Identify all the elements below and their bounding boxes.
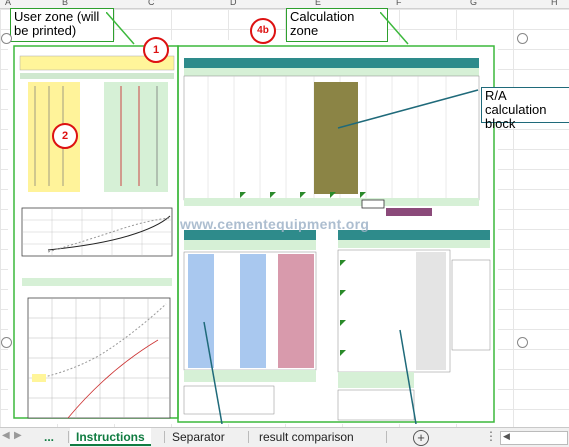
- tab-separator[interactable]: Separator: [166, 428, 231, 446]
- badge-4b[interactable]: 4b: [250, 18, 276, 44]
- column-header-e[interactable]: E: [315, 0, 321, 7]
- scrollbar-left-arrow-icon[interactable]: ◀: [503, 431, 510, 442]
- tab-divider: [164, 431, 165, 443]
- scroll-right-icon[interactable]: ▶: [14, 430, 22, 441]
- badge-2[interactable]: 2: [52, 123, 78, 149]
- column-header-d[interactable]: D: [230, 0, 237, 7]
- badge-1[interactable]: 1: [143, 37, 169, 63]
- column-header-g[interactable]: G: [470, 0, 477, 7]
- column-header-a[interactable]: A: [5, 0, 11, 7]
- user-zone-callout[interactable]: User zone (will be printed): [10, 8, 114, 42]
- watermark: www.cementequipment.org: [180, 216, 370, 232]
- ra-block-callout[interactable]: R/A calculation block: [481, 87, 569, 131]
- resize-handle-right[interactable]: [517, 337, 528, 348]
- column-header-b[interactable]: B: [62, 0, 68, 7]
- sheet-tab-bar: ◀ ▶ ... Instructions Separator result co…: [0, 427, 569, 447]
- calculation-zone-connector: [380, 12, 409, 45]
- calculation-zone-label: Calculation zone: [290, 9, 355, 38]
- resize-handle-left[interactable]: [1, 337, 12, 348]
- tab-divider: [386, 431, 387, 443]
- user-zone-label: User zone (will be printed): [14, 9, 100, 38]
- tab-result-comparison[interactable]: result comparison: [253, 428, 360, 446]
- horizontal-scrollbar[interactable]: ◀: [500, 431, 568, 445]
- tab-more[interactable]: ...: [38, 428, 60, 446]
- scroll-left-icon[interactable]: ◀: [2, 430, 10, 441]
- tab-instructions[interactable]: Instructions: [70, 428, 151, 446]
- column-header-c[interactable]: C: [148, 0, 155, 7]
- user-zone-connector: [106, 12, 135, 45]
- add-sheet-icon[interactable]: +: [413, 430, 429, 446]
- resize-handle-top-right[interactable]: [517, 33, 528, 44]
- tab-divider: [68, 431, 69, 443]
- calculation-zone-callout[interactable]: Calculation zone: [286, 8, 388, 42]
- column-header-f[interactable]: F: [396, 0, 402, 7]
- resize-handle-top-left[interactable]: [1, 33, 12, 44]
- more-options-icon[interactable]: ⋮: [485, 429, 497, 443]
- embedded-sheet-picture[interactable]: [8, 40, 498, 424]
- column-header-h[interactable]: H: [551, 0, 558, 7]
- tab-divider: [248, 431, 249, 443]
